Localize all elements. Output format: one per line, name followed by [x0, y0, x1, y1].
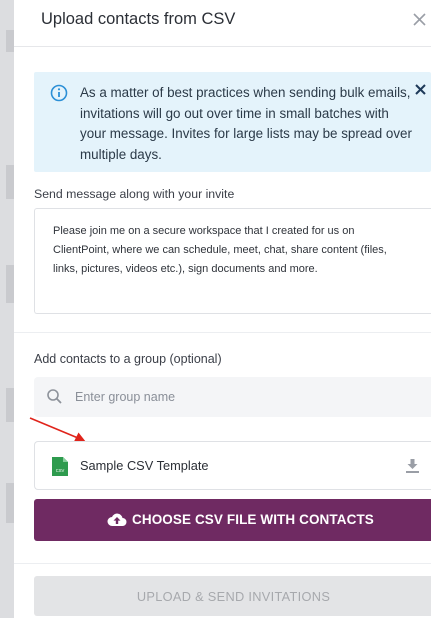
background-mark: [6, 30, 14, 52]
background-mark: [6, 388, 14, 422]
csv-icon-text: CSV: [56, 468, 65, 473]
background-mark: [6, 483, 14, 523]
background-mark: [6, 165, 14, 199]
dialog-title: Upload contacts from CSV: [41, 10, 236, 28]
choose-csv-file-button[interactable]: CHOOSE CSV FILE WITH CONTACTS: [34, 499, 431, 541]
info-notice: As a matter of best practices when sendi…: [34, 72, 431, 172]
group-name-input[interactable]: [75, 386, 415, 408]
section-divider: [14, 332, 431, 333]
group-search-field: [34, 377, 431, 417]
search-icon: [47, 389, 62, 404]
close-dialog-button[interactable]: [409, 8, 431, 30]
sample-csv-template[interactable]: CSV Sample CSV Template: [34, 441, 431, 490]
footer-divider: [14, 563, 431, 564]
close-icon: [415, 84, 426, 95]
upload-contacts-dialog: Upload contacts from CSV As a matter of …: [14, 0, 431, 618]
message-label: Send message along with your invite: [34, 187, 235, 201]
upload-send-invitations-button[interactable]: UPLOAD & SEND INVITATIONS: [34, 576, 431, 616]
invite-message-textarea[interactable]: Please join me on a secure workspace tha…: [34, 208, 431, 314]
info-icon: [50, 84, 68, 102]
dialog-header: Upload contacts from CSV: [14, 0, 431, 47]
choose-csv-label: CHOOSE CSV FILE WITH CONTACTS: [132, 512, 374, 527]
cloud-upload-icon: [107, 513, 127, 526]
upload-button-label: UPLOAD & SEND INVITATIONS: [136, 589, 331, 604]
group-label: Add contacts to a group (optional): [34, 352, 222, 366]
background-mark: [6, 265, 14, 303]
info-notice-text: As a matter of best practices when sendi…: [80, 85, 412, 162]
background-page: [0, 0, 14, 618]
csv-file-icon: CSV: [52, 457, 68, 476]
dismiss-notice-button[interactable]: [412, 81, 430, 99]
download-icon[interactable]: [405, 458, 420, 474]
close-icon: [413, 13, 426, 26]
annotation-arrow: [29, 417, 86, 442]
template-label: Sample CSV Template: [80, 458, 209, 473]
